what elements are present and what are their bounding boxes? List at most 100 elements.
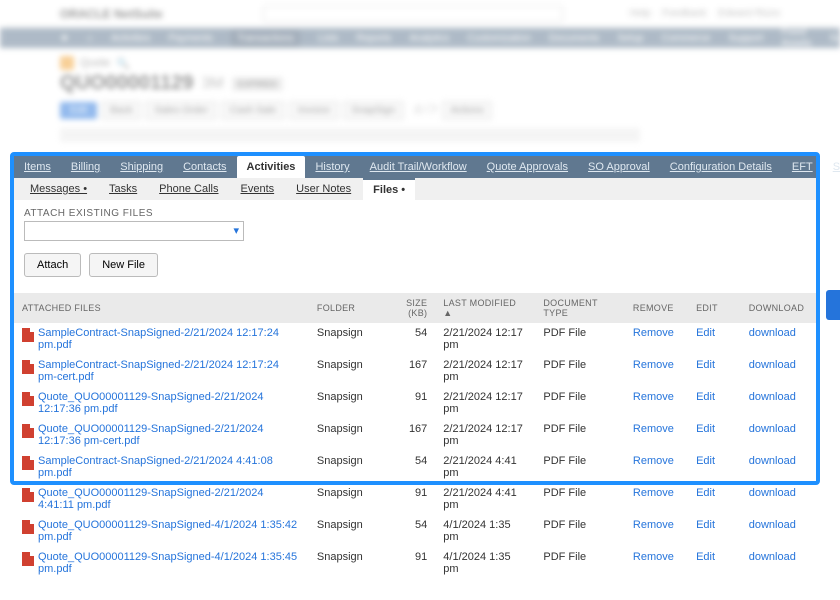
new-file-button[interactable]: New File (89, 253, 158, 277)
download-link[interactable]: download (749, 519, 796, 531)
col-folder[interactable]: FOLDER (309, 293, 383, 323)
attach-select[interactable] (24, 221, 244, 241)
col-edit: EDIT (688, 293, 741, 323)
feedback-link[interactable]: Feedback (662, 8, 706, 19)
col-modified[interactable]: LAST MODIFIED ▲ (435, 293, 535, 323)
remove-link[interactable]: Remove (633, 327, 674, 339)
tab-nav: Items Billing Shipping Contacts Activiti… (14, 156, 816, 178)
size-cell: 54 (383, 515, 436, 547)
file-link[interactable]: Quote_QUO00001129-SnapSigned-4/1/2024 1:… (38, 551, 301, 575)
file-link[interactable]: Quote_QUO00001129-SnapSigned-2/21/2024 1… (38, 391, 301, 415)
folder-cell: Snapsign (309, 451, 383, 483)
help-link[interactable]: Help (630, 8, 651, 19)
back-button[interactable]: Back (101, 101, 141, 120)
pdf-icon (22, 424, 34, 438)
tab-config[interactable]: Configuration Details (660, 156, 782, 178)
col-download: DOWNLOAD (741, 293, 816, 323)
side-tab[interactable] (826, 290, 840, 320)
status-badge: EXPIRED (232, 77, 284, 91)
remove-link[interactable]: Remove (633, 487, 674, 499)
size-cell: 91 (383, 483, 436, 515)
download-link[interactable]: download (749, 359, 796, 371)
subtab-notes[interactable]: User Notes (286, 179, 361, 199)
tab-billing[interactable]: Billing (61, 156, 110, 178)
remove-link[interactable]: Remove (633, 455, 674, 467)
edit-link[interactable]: Edit (696, 455, 715, 467)
table-row: SampleContract-SnapSigned-2/21/2024 12:1… (14, 323, 816, 355)
download-link[interactable]: download (749, 327, 796, 339)
pdf-icon (22, 328, 34, 342)
size-cell: 91 (383, 387, 436, 419)
date-cell: 4/1/2024 1:35 pm (435, 515, 535, 547)
subtab-phone[interactable]: Phone Calls (149, 179, 228, 199)
edit-link[interactable]: Edit (696, 551, 715, 563)
table-row: SampleContract-SnapSigned-2/21/2024 4:41… (14, 451, 816, 483)
subtab-messages[interactable]: Messages • (20, 179, 97, 199)
remove-link[interactable]: Remove (633, 551, 674, 563)
tab-quote-approvals[interactable]: Quote Approvals (477, 156, 578, 178)
subtab-events[interactable]: Events (231, 179, 285, 199)
remove-link[interactable]: Remove (633, 519, 674, 531)
type-cell: PDF File (535, 419, 625, 451)
pdf-icon (22, 488, 34, 502)
pdf-icon (22, 360, 34, 374)
col-type[interactable]: DOCUMENT TYPE (535, 293, 625, 323)
table-row: Quote_QUO00001129-SnapSigned-4/1/2024 1:… (14, 515, 816, 547)
brand-logo: ORACLE NetSuite (60, 7, 163, 21)
tab-contacts[interactable]: Contacts (173, 156, 236, 178)
folder-cell: Snapsign (309, 355, 383, 387)
file-link[interactable]: Quote_QUO00001129-SnapSigned-2/21/2024 1… (38, 423, 301, 447)
tab-shipping[interactable]: Shipping (110, 156, 173, 178)
tab-snapsign[interactable]: SnapSign (823, 156, 840, 178)
remove-link[interactable]: Remove (633, 423, 674, 435)
size-cell: 54 (383, 451, 436, 483)
edit-link[interactable]: Edit (696, 359, 715, 371)
file-link[interactable]: SampleContract-SnapSigned-2/21/2024 4:41… (38, 455, 301, 479)
tab-audit[interactable]: Audit Trail/Workflow (360, 156, 477, 178)
type-cell: PDF File (535, 515, 625, 547)
file-link[interactable]: SampleContract-SnapSigned-2/21/2024 12:1… (38, 327, 301, 351)
remove-link[interactable]: Remove (633, 359, 674, 371)
download-link[interactable]: download (749, 551, 796, 563)
file-link[interactable]: SampleContract-SnapSigned-2/21/2024 12:1… (38, 359, 301, 383)
file-link[interactable]: Quote_QUO00001129-SnapSigned-2/21/2024 4… (38, 487, 301, 511)
attach-button[interactable]: Attach (24, 253, 81, 277)
pdf-icon (22, 520, 34, 534)
tab-so-approval[interactable]: SO Approval (578, 156, 660, 178)
type-cell: PDF File (535, 451, 625, 483)
date-cell: 2/21/2024 12:17 pm (435, 419, 535, 451)
remove-link[interactable]: Remove (633, 391, 674, 403)
file-link[interactable]: Quote_QUO00001129-SnapSigned-4/1/2024 1:… (38, 519, 301, 543)
download-link[interactable]: download (749, 455, 796, 467)
edit-button[interactable]: Edit (60, 102, 97, 119)
col-remove: REMOVE (625, 293, 688, 323)
download-link[interactable]: download (749, 423, 796, 435)
size-cell: 167 (383, 419, 436, 451)
col-attached[interactable]: ATTACHED FILES (14, 293, 309, 323)
subtab-files[interactable]: Files • (363, 178, 415, 200)
folder-cell: Snapsign (309, 515, 383, 547)
date-cell: 4/1/2024 1:35 pm (435, 547, 535, 579)
edit-link[interactable]: Edit (696, 487, 715, 499)
folder-cell: Snapsign (309, 387, 383, 419)
tab-eft[interactable]: EFT (782, 156, 823, 178)
pdf-icon (22, 456, 34, 470)
files-table: ATTACHED FILES FOLDER SIZE (KB) LAST MOD… (14, 293, 816, 579)
date-cell: 2/21/2024 4:41 pm (435, 483, 535, 515)
subtab-tasks[interactable]: Tasks (99, 179, 147, 199)
edit-link[interactable]: Edit (696, 519, 715, 531)
edit-link[interactable]: Edit (696, 327, 715, 339)
date-cell: 2/21/2024 4:41 pm (435, 451, 535, 483)
tab-history[interactable]: History (305, 156, 359, 178)
download-link[interactable]: download (749, 391, 796, 403)
download-link[interactable]: download (749, 487, 796, 499)
user-name: Edward Rizzo (718, 8, 780, 19)
search-input[interactable] (263, 5, 563, 23)
tab-items[interactable]: Items (14, 156, 61, 178)
attach-label: ATTACH EXISTING FILES (24, 208, 806, 219)
tab-activities[interactable]: Activities (237, 156, 306, 178)
edit-link[interactable]: Edit (696, 423, 715, 435)
folder-cell: Snapsign (309, 323, 383, 355)
edit-link[interactable]: Edit (696, 391, 715, 403)
col-size[interactable]: SIZE (KB) (383, 293, 436, 323)
